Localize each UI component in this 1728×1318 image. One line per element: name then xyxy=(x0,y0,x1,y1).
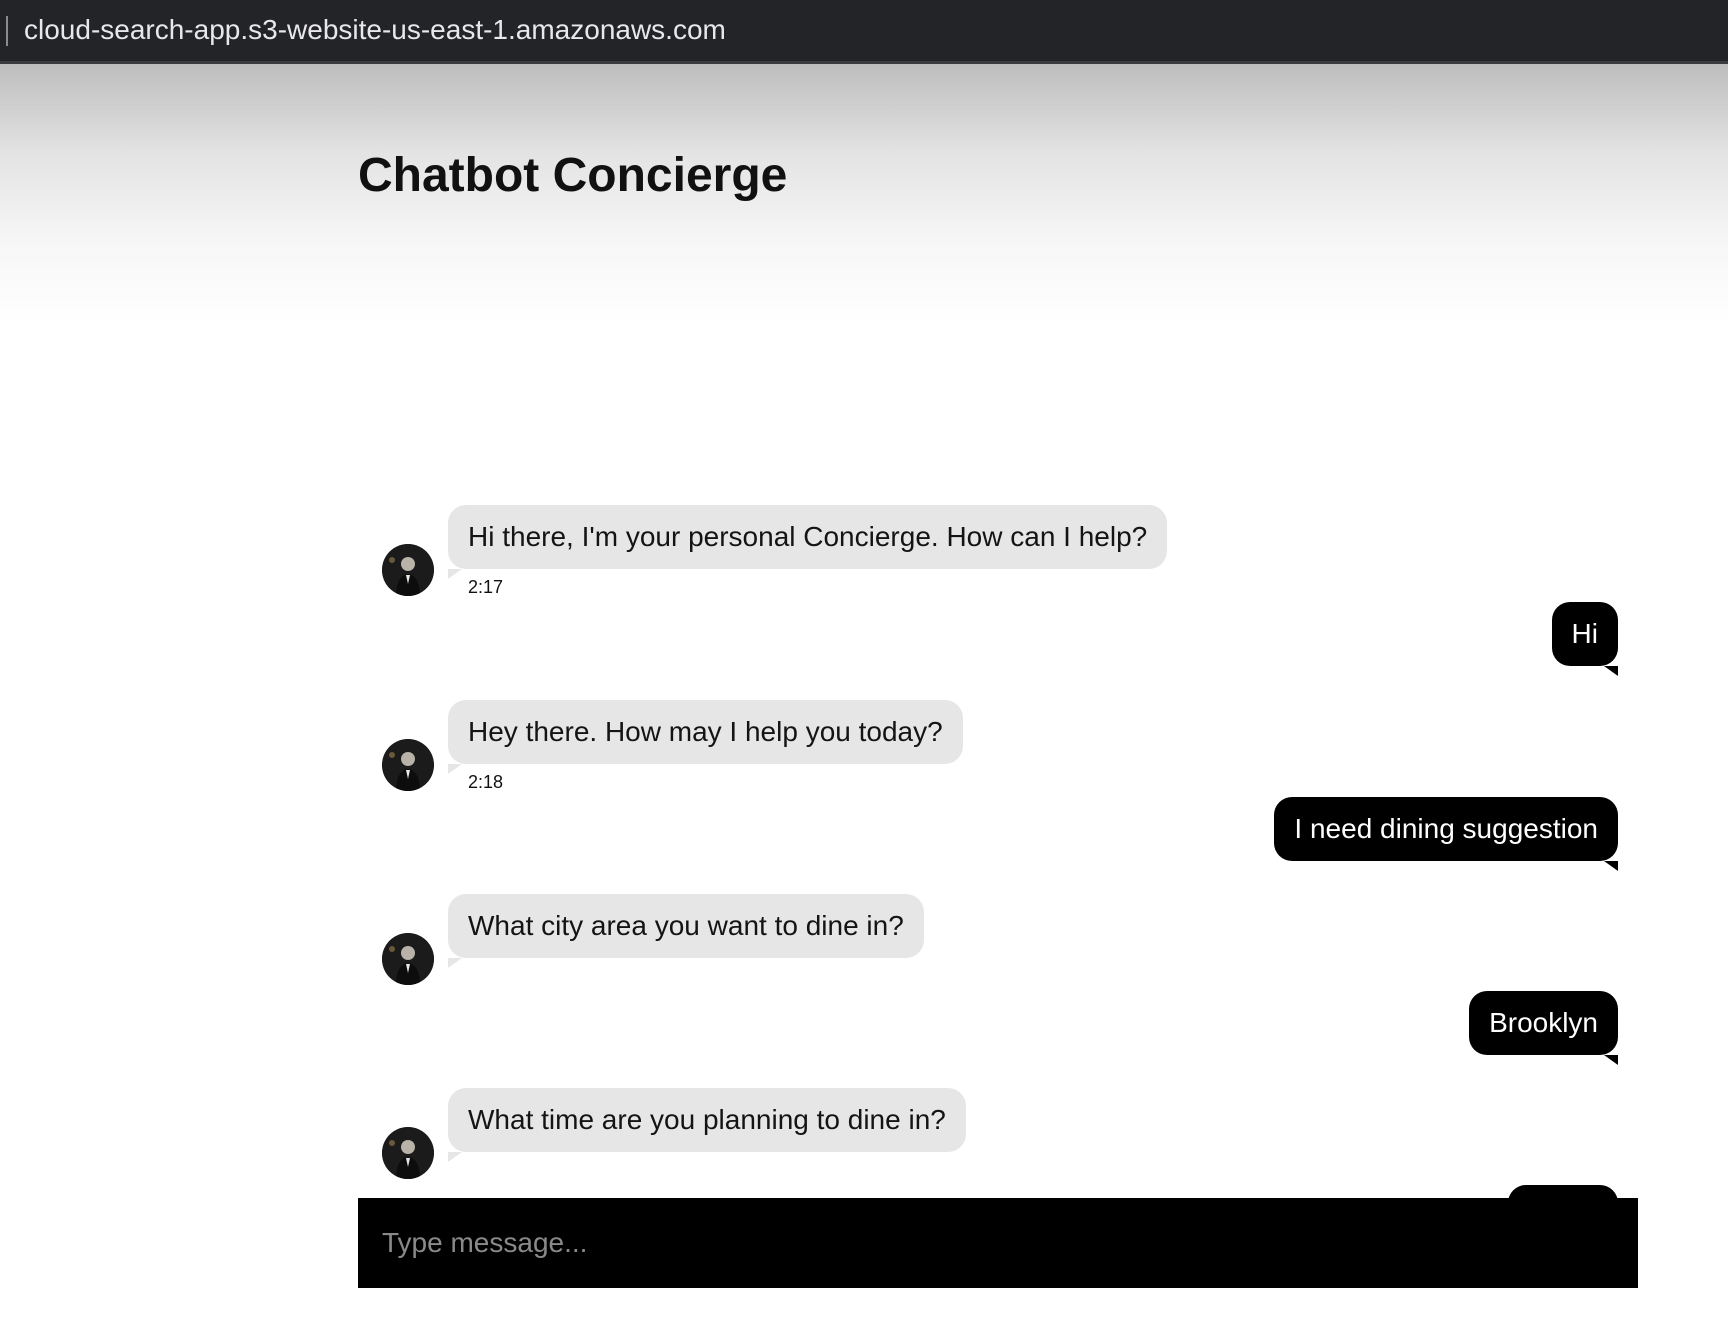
page-title: Chatbot Concierge xyxy=(358,149,788,202)
message-composer xyxy=(358,1198,1638,1288)
concierge-avatar xyxy=(382,544,434,596)
user-message-bubble: I need dining suggestion xyxy=(1274,797,1618,871)
concierge-portrait-icon xyxy=(382,933,434,985)
concierge-portrait-icon xyxy=(382,1127,434,1179)
chat-conversation[interactable]: Hi there, I'm your personal Concierge. H… xyxy=(358,324,1638,1198)
bot-message-bubble: Hi there, I'm your personal Concierge. H… xyxy=(448,505,1168,579)
concierge-portrait-icon xyxy=(382,544,434,596)
concierge-avatar xyxy=(382,933,434,985)
header-background xyxy=(0,64,1728,324)
url-text[interactable]: cloud-search-app.s3-website-us-east-1.am… xyxy=(24,14,726,46)
bot-message-bubble: Hey there. How may I help you today? xyxy=(448,700,963,774)
browser-address-bar: cloud-search-app.s3-website-us-east-1.am… xyxy=(0,0,1728,64)
message-timestamp: 2:18 xyxy=(468,772,504,792)
text-cursor xyxy=(6,16,8,46)
concierge-portrait-icon xyxy=(382,739,434,791)
user-message-bubble: Brooklyn xyxy=(1469,991,1618,1065)
message-timestamp: 2:17 xyxy=(468,577,504,597)
concierge-avatar xyxy=(382,1127,434,1179)
bot-message-bubble: What city area you want to dine in? xyxy=(448,894,924,968)
user-message-bubble: Hi xyxy=(1551,602,1619,676)
concierge-avatar xyxy=(382,739,434,791)
bot-message-bubble: What time are you planning to dine in? xyxy=(448,1088,966,1162)
user-message-bubble xyxy=(1508,1185,1618,1198)
message-input[interactable] xyxy=(358,1198,1638,1288)
